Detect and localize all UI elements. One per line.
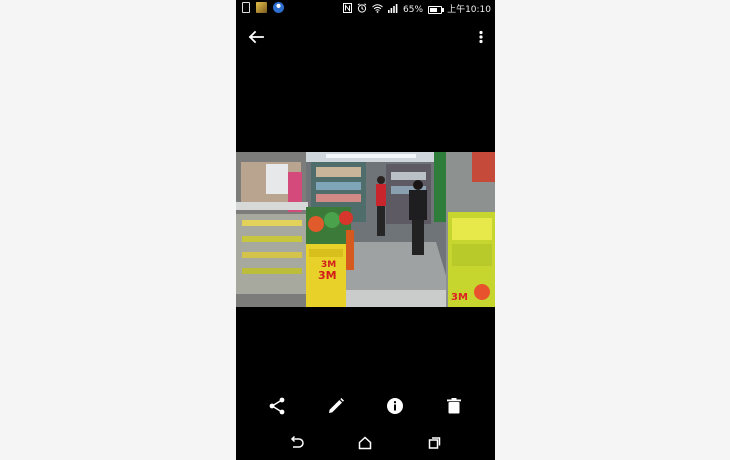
edit-button[interactable] bbox=[324, 394, 348, 418]
store-interior-photo: 3M 3M 3M bbox=[236, 152, 495, 307]
sim-card-icon bbox=[242, 2, 250, 13]
nav-back-icon bbox=[290, 435, 304, 448]
notification-icons bbox=[242, 2, 284, 13]
photo-viewer-image[interactable]: 3M 3M 3M bbox=[236, 152, 495, 307]
more-vert-icon bbox=[479, 30, 483, 44]
map-pin-app-icon bbox=[273, 2, 284, 13]
nav-home-button[interactable] bbox=[353, 431, 377, 455]
phone-screen: 65% 上午10:10 3M 3M 3M bbox=[236, 0, 495, 460]
more-options-button[interactable] bbox=[473, 25, 489, 49]
battery-percent: 65% bbox=[403, 4, 424, 15]
edit-icon bbox=[329, 398, 344, 413]
nav-recents-icon bbox=[428, 437, 441, 449]
share-icon bbox=[269, 397, 285, 415]
brand-label-3m: 3M bbox=[318, 269, 337, 282]
system-nav-bar bbox=[236, 431, 495, 455]
wifi-icon bbox=[372, 3, 383, 17]
status-bar: 65% 上午10:10 bbox=[236, 0, 495, 18]
clock: 上午10:10 bbox=[447, 4, 491, 15]
info-icon bbox=[387, 398, 403, 414]
nav-back-button[interactable] bbox=[284, 431, 308, 455]
arrow-back-icon bbox=[248, 30, 264, 44]
info-button[interactable] bbox=[383, 394, 407, 418]
battery-icon bbox=[428, 6, 445, 14]
brand-label-3m-right: 3M bbox=[451, 292, 468, 303]
nav-recents-button[interactable] bbox=[422, 431, 446, 455]
delete-icon bbox=[447, 398, 461, 414]
system-icons: 65% 上午10:10 bbox=[343, 3, 491, 17]
signal-icon bbox=[388, 3, 398, 17]
image-app-icon bbox=[256, 2, 267, 13]
nav-home-icon bbox=[358, 436, 372, 450]
nfc-icon bbox=[343, 3, 353, 17]
delete-button[interactable] bbox=[442, 394, 466, 418]
photo-action-bar bbox=[236, 394, 495, 418]
share-button[interactable] bbox=[265, 394, 289, 418]
alarm-icon bbox=[357, 3, 367, 17]
back-button[interactable] bbox=[244, 25, 268, 49]
